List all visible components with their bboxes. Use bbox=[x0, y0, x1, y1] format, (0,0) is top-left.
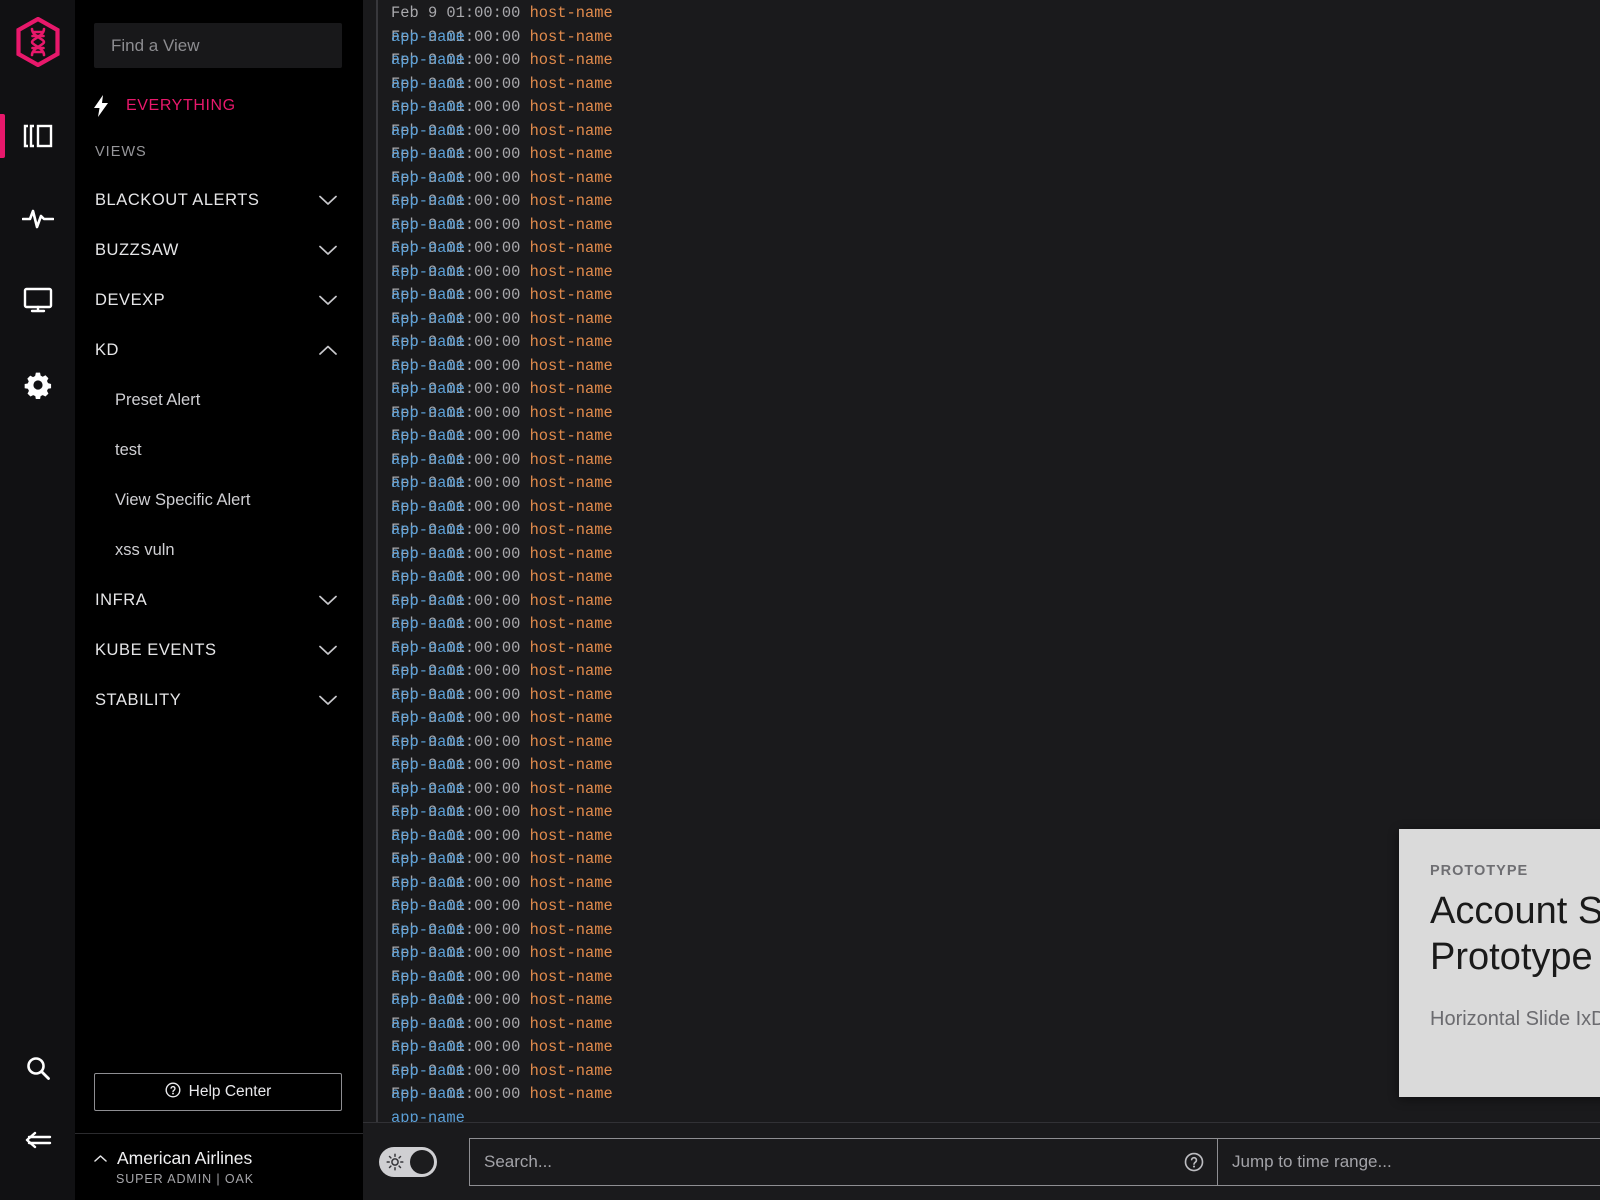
theme-toggle[interactable] bbox=[379, 1147, 437, 1177]
sidebar-item-everything[interactable]: EVERYTHING bbox=[75, 89, 363, 123]
search-icon bbox=[25, 1055, 51, 1081]
view-group-label: BUZZSAW bbox=[95, 241, 179, 260]
lightning-bolt-icon bbox=[94, 95, 109, 117]
chevron-down-icon bbox=[319, 695, 337, 706]
view-group-stability[interactable]: STABILITY bbox=[75, 675, 363, 725]
view-group-kd[interactable]: KD bbox=[75, 325, 363, 375]
sun-icon bbox=[386, 1153, 404, 1171]
views-sidebar: EVERYTHING VIEWS BLACKOUT ALERTS BUZZSAW D… bbox=[75, 0, 363, 1200]
view-group-blackout-alerts[interactable]: BLACKOUT ALERTS bbox=[75, 175, 363, 225]
log-line[interactable]: Feb 9 01:00:00 host-name app-name standa… bbox=[363, 2, 1600, 26]
help-circle-icon bbox=[165, 1082, 181, 1103]
chevron-down-icon bbox=[319, 595, 337, 606]
chevron-up-icon bbox=[319, 345, 337, 356]
view-group-label: BLACKOUT ALERTS bbox=[95, 191, 259, 210]
view-group-label: STABILITY bbox=[95, 691, 181, 710]
prototype-title: Account Switcher Prototype A: bbox=[1430, 888, 1600, 980]
chevron-down-icon bbox=[319, 195, 337, 206]
gear-settings-icon bbox=[24, 371, 52, 399]
view-group-kube-events[interactable]: KUBE EVENTS bbox=[75, 625, 363, 675]
views-section-header: VIEWS bbox=[75, 144, 363, 160]
sidebar-item-settings[interactable] bbox=[0, 357, 75, 413]
sidebar-item-activity[interactable] bbox=[0, 190, 75, 246]
log-timestamp: Feb 9 01:00:00 bbox=[391, 4, 520, 22]
help-center-button[interactable]: Help Center bbox=[94, 1073, 342, 1111]
prototype-kicker: PROTOTYPE bbox=[1430, 863, 1600, 879]
prototype-subtitle: Horizontal Slide IxD bbox=[1430, 1008, 1600, 1031]
chevron-down-icon bbox=[319, 295, 337, 306]
collapse-sidebar-button[interactable] bbox=[0, 1112, 75, 1168]
icon-rail bbox=[0, 0, 75, 1200]
dna-hexagon-logo bbox=[9, 12, 66, 72]
search-help-button[interactable] bbox=[1171, 1152, 1217, 1172]
bottom-toolbar bbox=[363, 1122, 1600, 1200]
sidebar-spacer bbox=[75, 725, 363, 1073]
view-group-infra[interactable]: INFRA bbox=[75, 575, 363, 625]
search-input[interactable] bbox=[470, 1139, 1171, 1185]
view-group-label: DEVEXP bbox=[95, 291, 165, 310]
chevron-down-icon bbox=[319, 245, 337, 256]
monitor-screen-icon bbox=[23, 287, 53, 313]
log-app: app-name bbox=[391, 1107, 1600, 1123]
view-group-label: INFRA bbox=[95, 591, 147, 610]
app-root: EVERYTHING VIEWS BLACKOUT ALERTS BUZZSAW D… bbox=[0, 0, 1600, 1200]
prototype-card[interactable]: PROTOTYPE Account Switcher Prototype A: … bbox=[1399, 829, 1600, 1097]
collapse-arrow-icon bbox=[23, 1130, 53, 1150]
toggle-knob bbox=[410, 1150, 434, 1174]
views-list: BLACKOUT ALERTS BUZZSAW DEVEXP KD Preset Ale… bbox=[75, 175, 363, 725]
log-panel: Feb 9 01:00:00 host-name app-name standa… bbox=[363, 0, 1600, 1200]
view-item-test[interactable]: test bbox=[75, 425, 363, 475]
log-host: host-name bbox=[530, 4, 613, 22]
sidebar-item-search[interactable] bbox=[0, 1040, 75, 1096]
sidebar-item-screens[interactable] bbox=[0, 272, 75, 328]
view-item-view-specific-alert[interactable]: View Specific Alert bbox=[75, 475, 363, 525]
search-field-wrapper bbox=[469, 1138, 1218, 1186]
view-group-label: KD bbox=[95, 341, 119, 360]
view-item-xss-vuln[interactable]: xss vuln bbox=[75, 525, 363, 575]
log-gutter-line bbox=[376, 0, 378, 1122]
chevron-up-icon bbox=[94, 1150, 107, 1168]
account-switcher[interactable]: American Airlines SUPER ADMIN | OAK bbox=[75, 1133, 363, 1200]
account-name: American Airlines bbox=[117, 1148, 252, 1169]
everything-label: EVERYTHING bbox=[126, 97, 236, 115]
find-view-input[interactable] bbox=[94, 23, 342, 68]
activity-pulse-icon bbox=[22, 207, 54, 229]
view-item-preset-alert[interactable]: Preset Alert bbox=[75, 375, 363, 425]
time-range-wrapper bbox=[1218, 1138, 1600, 1186]
account-row: American Airlines bbox=[94, 1148, 363, 1169]
help-center-label: Help Center bbox=[189, 1083, 272, 1101]
chevron-down-icon bbox=[319, 645, 337, 656]
view-group-buzzsaw[interactable]: BUZZSAW bbox=[75, 225, 363, 275]
sidebar-item-log-viewer[interactable] bbox=[0, 108, 75, 164]
view-group-label: KUBE EVENTS bbox=[95, 641, 217, 660]
view-group-devexp[interactable]: DEVEXP bbox=[75, 275, 363, 325]
account-role: SUPER ADMIN | OAK bbox=[94, 1172, 363, 1186]
log-viewer-icon bbox=[23, 123, 53, 149]
time-range-input[interactable] bbox=[1218, 1139, 1600, 1185]
